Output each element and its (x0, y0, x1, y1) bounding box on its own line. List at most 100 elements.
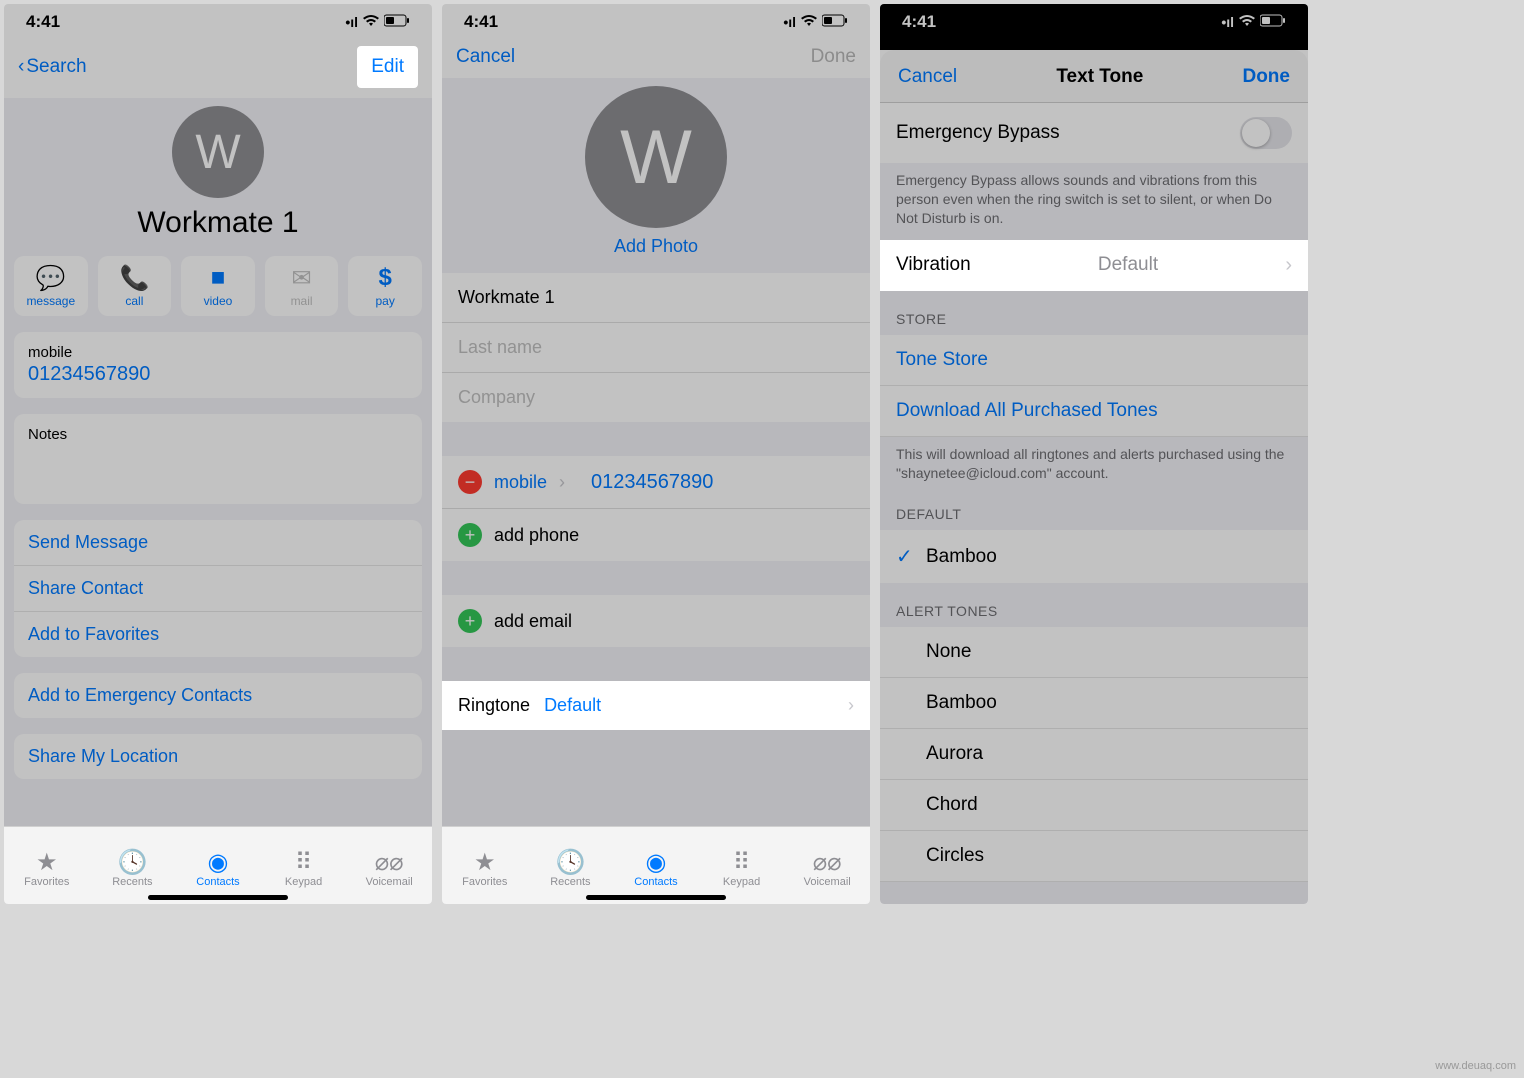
pay-action[interactable]: $ pay (348, 256, 422, 316)
emergency-bypass-label: Emergency Bypass (896, 122, 1060, 144)
status-bar: 4:41 •ıl (442, 4, 870, 36)
tone-row[interactable]: Bamboo (880, 678, 1308, 729)
tone-row[interactable]: Chord (880, 780, 1308, 831)
tab-favorites[interactable]: ★Favorites (442, 827, 528, 904)
back-button[interactable]: ‹ Search (18, 56, 87, 78)
share-contact-link[interactable]: Share Contact (14, 566, 422, 612)
clock-icon: 🕓 (555, 848, 585, 874)
add-email-label: add email (494, 611, 572, 632)
last-name-field[interactable]: Last name (442, 323, 870, 373)
tab-favorites[interactable]: ★Favorites (4, 827, 90, 904)
tab-voicemail[interactable]: ⌀⌀Voicemail (784, 827, 870, 904)
first-name-value: Workmate 1 (458, 287, 555, 308)
status-indicators: •ıl (783, 14, 848, 30)
back-label: Search (26, 56, 86, 78)
ringtone-value: Default (544, 695, 601, 716)
tab-recents[interactable]: 🕓Recents (90, 827, 176, 904)
chevron-left-icon: ‹ (18, 56, 24, 78)
mobile-phone-row[interactable]: − mobile › 01234567890 (442, 456, 870, 509)
tab-keypad[interactable]: ⠿ Keypad (261, 827, 347, 904)
keypad-icon: ⠿ (733, 848, 751, 874)
tone-label: None (926, 641, 971, 663)
tone-store-link[interactable]: Tone Store (880, 335, 1308, 386)
add-icon[interactable]: + (458, 609, 482, 633)
done-button[interactable]: Done (1242, 66, 1290, 88)
keypad-icon: ⠿ (295, 848, 313, 874)
add-favorites-link[interactable]: Add to Favorites (14, 612, 422, 657)
battery-icon (384, 14, 410, 30)
tab-label: Keypad (285, 876, 322, 888)
signal-icon: •ıl (1221, 14, 1234, 30)
contact-body: W Workmate 1 💬 message 📞 call ■ video ✉ … (4, 98, 432, 904)
phone-value[interactable]: 01234567890 (591, 471, 713, 494)
tab-contacts[interactable]: ◉ Contacts (175, 827, 261, 904)
download-all-link[interactable]: Download All Purchased Tones (880, 386, 1308, 437)
watermark: www.deuaq.com (1435, 1060, 1516, 1072)
home-indicator[interactable] (586, 895, 726, 900)
sheet-nav: Cancel Text Tone Done (880, 50, 1308, 103)
tone-row[interactable]: Aurora (880, 729, 1308, 780)
status-time: 4:41 (902, 12, 936, 32)
message-action[interactable]: 💬 message (14, 256, 88, 316)
voicemail-icon: ⌀⌀ (813, 848, 842, 874)
tab-contacts[interactable]: ◉Contacts (613, 827, 699, 904)
send-message-link[interactable]: Send Message (14, 520, 422, 566)
home-indicator[interactable] (148, 895, 288, 900)
action-row: 💬 message 📞 call ■ video ✉ mail $ pay (4, 256, 432, 316)
phone-cell[interactable]: mobile 01234567890 (14, 332, 422, 398)
add-emergency-link[interactable]: Add to Emergency Contacts (14, 673, 422, 718)
tone-label: Chord (926, 794, 978, 816)
company-field[interactable]: Company (442, 373, 870, 422)
last-name-placeholder: Last name (458, 337, 542, 358)
share-location-link[interactable]: Share My Location (14, 734, 422, 779)
tone-body: Emergency Bypass Emergency Bypass allows… (880, 103, 1308, 904)
chevron-right-icon: › (1285, 254, 1292, 277)
ringtone-label: Ringtone (458, 695, 530, 716)
default-header: DEFAULT (880, 486, 1308, 530)
clock-icon: 🕓 (117, 848, 147, 874)
checkmark-icon: ✓ (896, 544, 926, 569)
edit-button[interactable]: Edit (357, 46, 418, 88)
notes-cell[interactable]: Notes (14, 414, 422, 455)
tab-voicemail[interactable]: ⌀⌀Voicemail (346, 827, 432, 904)
video-action[interactable]: ■ video (181, 256, 255, 316)
delete-icon[interactable]: − (458, 470, 482, 494)
person-icon: ◉ (208, 848, 229, 874)
star-icon: ★ (474, 848, 496, 874)
call-action[interactable]: 📞 call (98, 256, 172, 316)
tone-row[interactable]: None (880, 627, 1308, 678)
add-email-row[interactable]: + add email (442, 595, 870, 647)
battery-icon (1260, 14, 1286, 30)
status-bar: 4:41 •ıl (4, 4, 432, 36)
ringtone-row[interactable]: Ringtone Default › (442, 681, 870, 730)
vibration-row[interactable]: Vibration Default › (880, 240, 1308, 291)
video-label: video (204, 294, 233, 308)
cancel-button[interactable]: Cancel (456, 46, 515, 68)
add-phone-row[interactable]: + add phone (442, 509, 870, 561)
toggle-switch[interactable] (1240, 117, 1292, 149)
chevron-right-icon: › (848, 695, 854, 716)
tone-label: Aurora (926, 743, 983, 765)
contact-avatar[interactable]: W (585, 86, 727, 228)
vibration-value: Default (1098, 254, 1158, 276)
chevron-right-icon: › (559, 472, 565, 493)
add-photo-button[interactable]: Add Photo (442, 236, 870, 257)
store-header: STORE (880, 291, 1308, 335)
tab-label: Contacts (196, 876, 239, 888)
tone-row[interactable]: Circles (880, 831, 1308, 882)
first-name-field[interactable]: Workmate 1 (442, 273, 870, 323)
status-time: 4:41 (26, 12, 60, 32)
sheet-title: Text Tone (1056, 66, 1143, 88)
cancel-button[interactable]: Cancel (898, 66, 957, 88)
person-icon: ◉ (646, 848, 667, 874)
phone-type-label[interactable]: mobile (494, 472, 547, 493)
tab-recents[interactable]: 🕓Recents (528, 827, 614, 904)
tone-label: Circles (926, 845, 984, 867)
emergency-bypass-row[interactable]: Emergency Bypass (880, 103, 1308, 163)
company-placeholder: Company (458, 387, 535, 408)
default-tone-row[interactable]: ✓ Bamboo (880, 530, 1308, 583)
mail-label: mail (291, 294, 313, 308)
add-icon[interactable]: + (458, 523, 482, 547)
tab-keypad[interactable]: ⠿Keypad (699, 827, 785, 904)
wifi-icon (362, 14, 380, 30)
